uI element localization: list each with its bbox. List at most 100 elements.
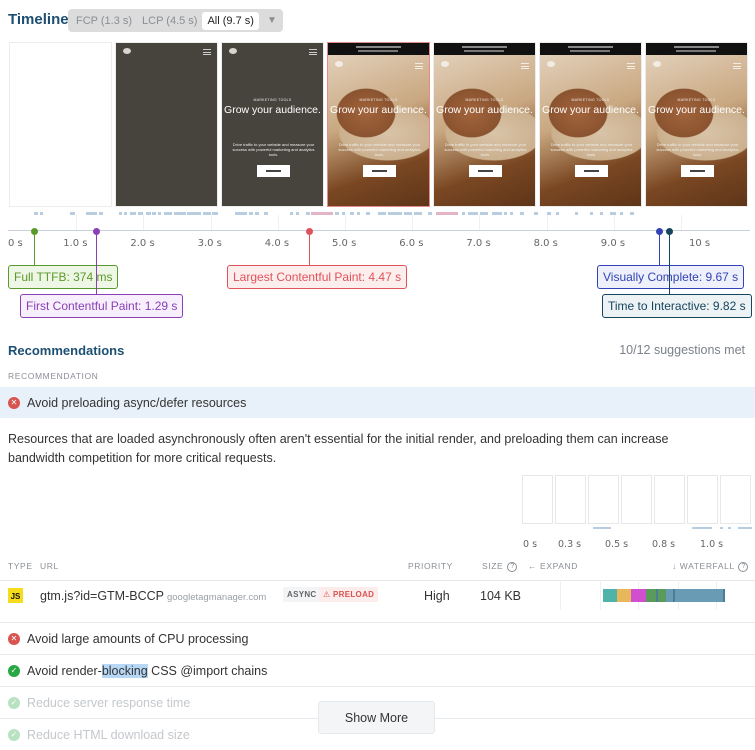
mini-filmstrip-frame[interactable] [687,475,718,524]
filter-fcp[interactable]: FCP (1.3 s) [71,12,137,30]
ttfb-marker-dot[interactable] [31,228,38,235]
fcp-marker-line [96,231,97,294]
vc-label[interactable]: Visually Complete: 9.67 s [597,265,745,289]
mini-axis-label: 0.3 s [558,539,582,550]
request-bar [255,212,259,215]
show-more-button[interactable]: Show More [318,701,435,734]
request-bar [296,212,299,215]
promo-banner [646,43,747,55]
recommendation-description: Resources that are loaded asynchronously… [8,432,669,465]
col-waterfall[interactable]: ↓ WATERFALL ? [672,561,749,572]
vc-marker-dot[interactable] [656,228,663,235]
request-bar [414,212,422,215]
timeline-title: Timeline [8,11,69,28]
request-bar [590,212,593,215]
help-icon[interactable]: ? [738,561,749,572]
request-bar [99,212,103,215]
site-logo-icon [123,48,131,54]
frame-body-text: Drive traffic to your website and measur… [338,142,421,157]
request-bar [556,212,559,215]
lcp-label[interactable]: Largest Contentful Paint: 4.47 s [227,265,408,289]
request-bar [600,212,603,215]
col-type: TYPE [8,561,33,571]
request-bar [174,212,186,215]
resource-url[interactable]: gtm.js?id=GTM-BCCP googletagmanager.com [40,589,266,603]
request-bar [311,212,333,215]
col-url: URL [40,561,59,571]
request-bar [575,212,578,215]
request-bar [146,212,151,215]
mini-filmstrip-frame[interactable] [621,475,652,524]
filter-all[interactable]: All (9.7 s) [202,11,259,30]
recommendation-row-preload-async[interactable]: ✕ Avoid preloading async/defer resources [0,387,755,418]
resource-host: googletagmanager.com [166,592,267,603]
filmstrip-frame[interactable]: MARKETING TOOLS Grow your audience. Drive … [327,42,430,207]
tti-label[interactable]: Time to Interactive: 9.82 s [602,294,752,318]
request-bar [428,212,432,215]
waterfall-chunk-divider [673,589,675,602]
mini-axis-label: 0.5 s [605,539,629,550]
recommendation-row-css-import[interactable]: ✓ Avoid render-blocking CSS @import chai… [0,654,755,686]
caret-down-icon[interactable]: ▼ [267,15,277,26]
axis-tick-label: 7.0 s [466,238,491,249]
banner-text-line [568,46,613,48]
recommendation-label: Avoid preloading async/defer resources [27,395,247,410]
axis-gridline [681,215,682,230]
request-bar [350,212,354,215]
banner-text-line [462,46,507,48]
fcp-label[interactable]: First Contentful Paint: 1.29 s [20,294,184,318]
filmstrip-frame[interactable]: MARKETING TOOLS Grow your audience. Drive … [539,42,642,207]
mini-request-bar [738,527,752,529]
tti-marker-line [669,231,670,294]
text-selection: blocking [101,663,148,678]
axis-tick-label: 6.0 s [399,238,424,249]
promo-banner [434,43,535,55]
recommendation-label: Reduce server response time [27,695,191,710]
lcp-marker-dot[interactable] [306,228,313,235]
hamburger-menu-icon [521,63,529,69]
banner-text-line [570,50,610,52]
request-bar [249,212,253,215]
filmstrip-frame[interactable]: MARKETING TOOLS Grow your audience. Drive … [645,42,748,207]
frame-cta-button [363,165,396,177]
help-icon[interactable]: ? [507,561,518,572]
vc-marker-line [659,231,660,265]
expand-button[interactable]: ← EXPAND [528,561,578,571]
mini-axis-label: 1.0 s [700,539,724,550]
axis-gridline [613,215,615,230]
request-bar [547,212,551,215]
ttfb-label[interactable]: Full TTFB: 374 ms [8,265,119,289]
tti-marker-dot[interactable] [666,228,673,235]
lcp-marker-line [309,231,310,265]
mini-filmstrip-frame[interactable] [555,475,586,524]
banner-text-line [356,46,401,48]
filmstrip-frame[interactable] [9,42,112,207]
request-bar [138,212,143,215]
recommendation-row-cpu[interactable]: ✕ Avoid large amounts of CPU processing [0,622,755,654]
waterfall-dns-segment [603,589,617,602]
pass-icon: ✓ [8,696,20,709]
filter-lcp[interactable]: LCP (4.5 s) [137,12,202,30]
axis-gridline [345,215,346,230]
mini-request-bar [728,527,731,529]
request-bar [119,212,122,215]
frame-cta-button [575,165,608,177]
filmstrip-frame[interactable]: MARKETING TOOLS Grow your audience. Drive … [221,42,324,207]
filmstrip-frame[interactable]: MARKETING TOOLS Grow your audience. Drive … [433,42,536,207]
fail-icon: ✕ [8,632,20,645]
request-bar [534,212,538,215]
mini-filmstrip-frame[interactable] [720,475,751,524]
mini-filmstrip-frame[interactable] [522,475,553,524]
mini-filmstrip-frame[interactable] [654,475,685,524]
filmstrip-frame[interactable] [115,42,218,207]
recommendations-title: Recommendations [8,343,125,358]
axis-tick-label: 10 s [689,238,711,249]
request-bar [187,212,201,215]
waterfall-chunk-divider [723,589,725,602]
request-bar [70,212,75,215]
mini-filmstrip-frame[interactable] [588,475,619,524]
banner-text-line [674,46,719,48]
fcp-marker-dot[interactable] [93,228,100,235]
request-bar [152,212,156,215]
mini-axis-label: 0.8 s [652,539,676,550]
